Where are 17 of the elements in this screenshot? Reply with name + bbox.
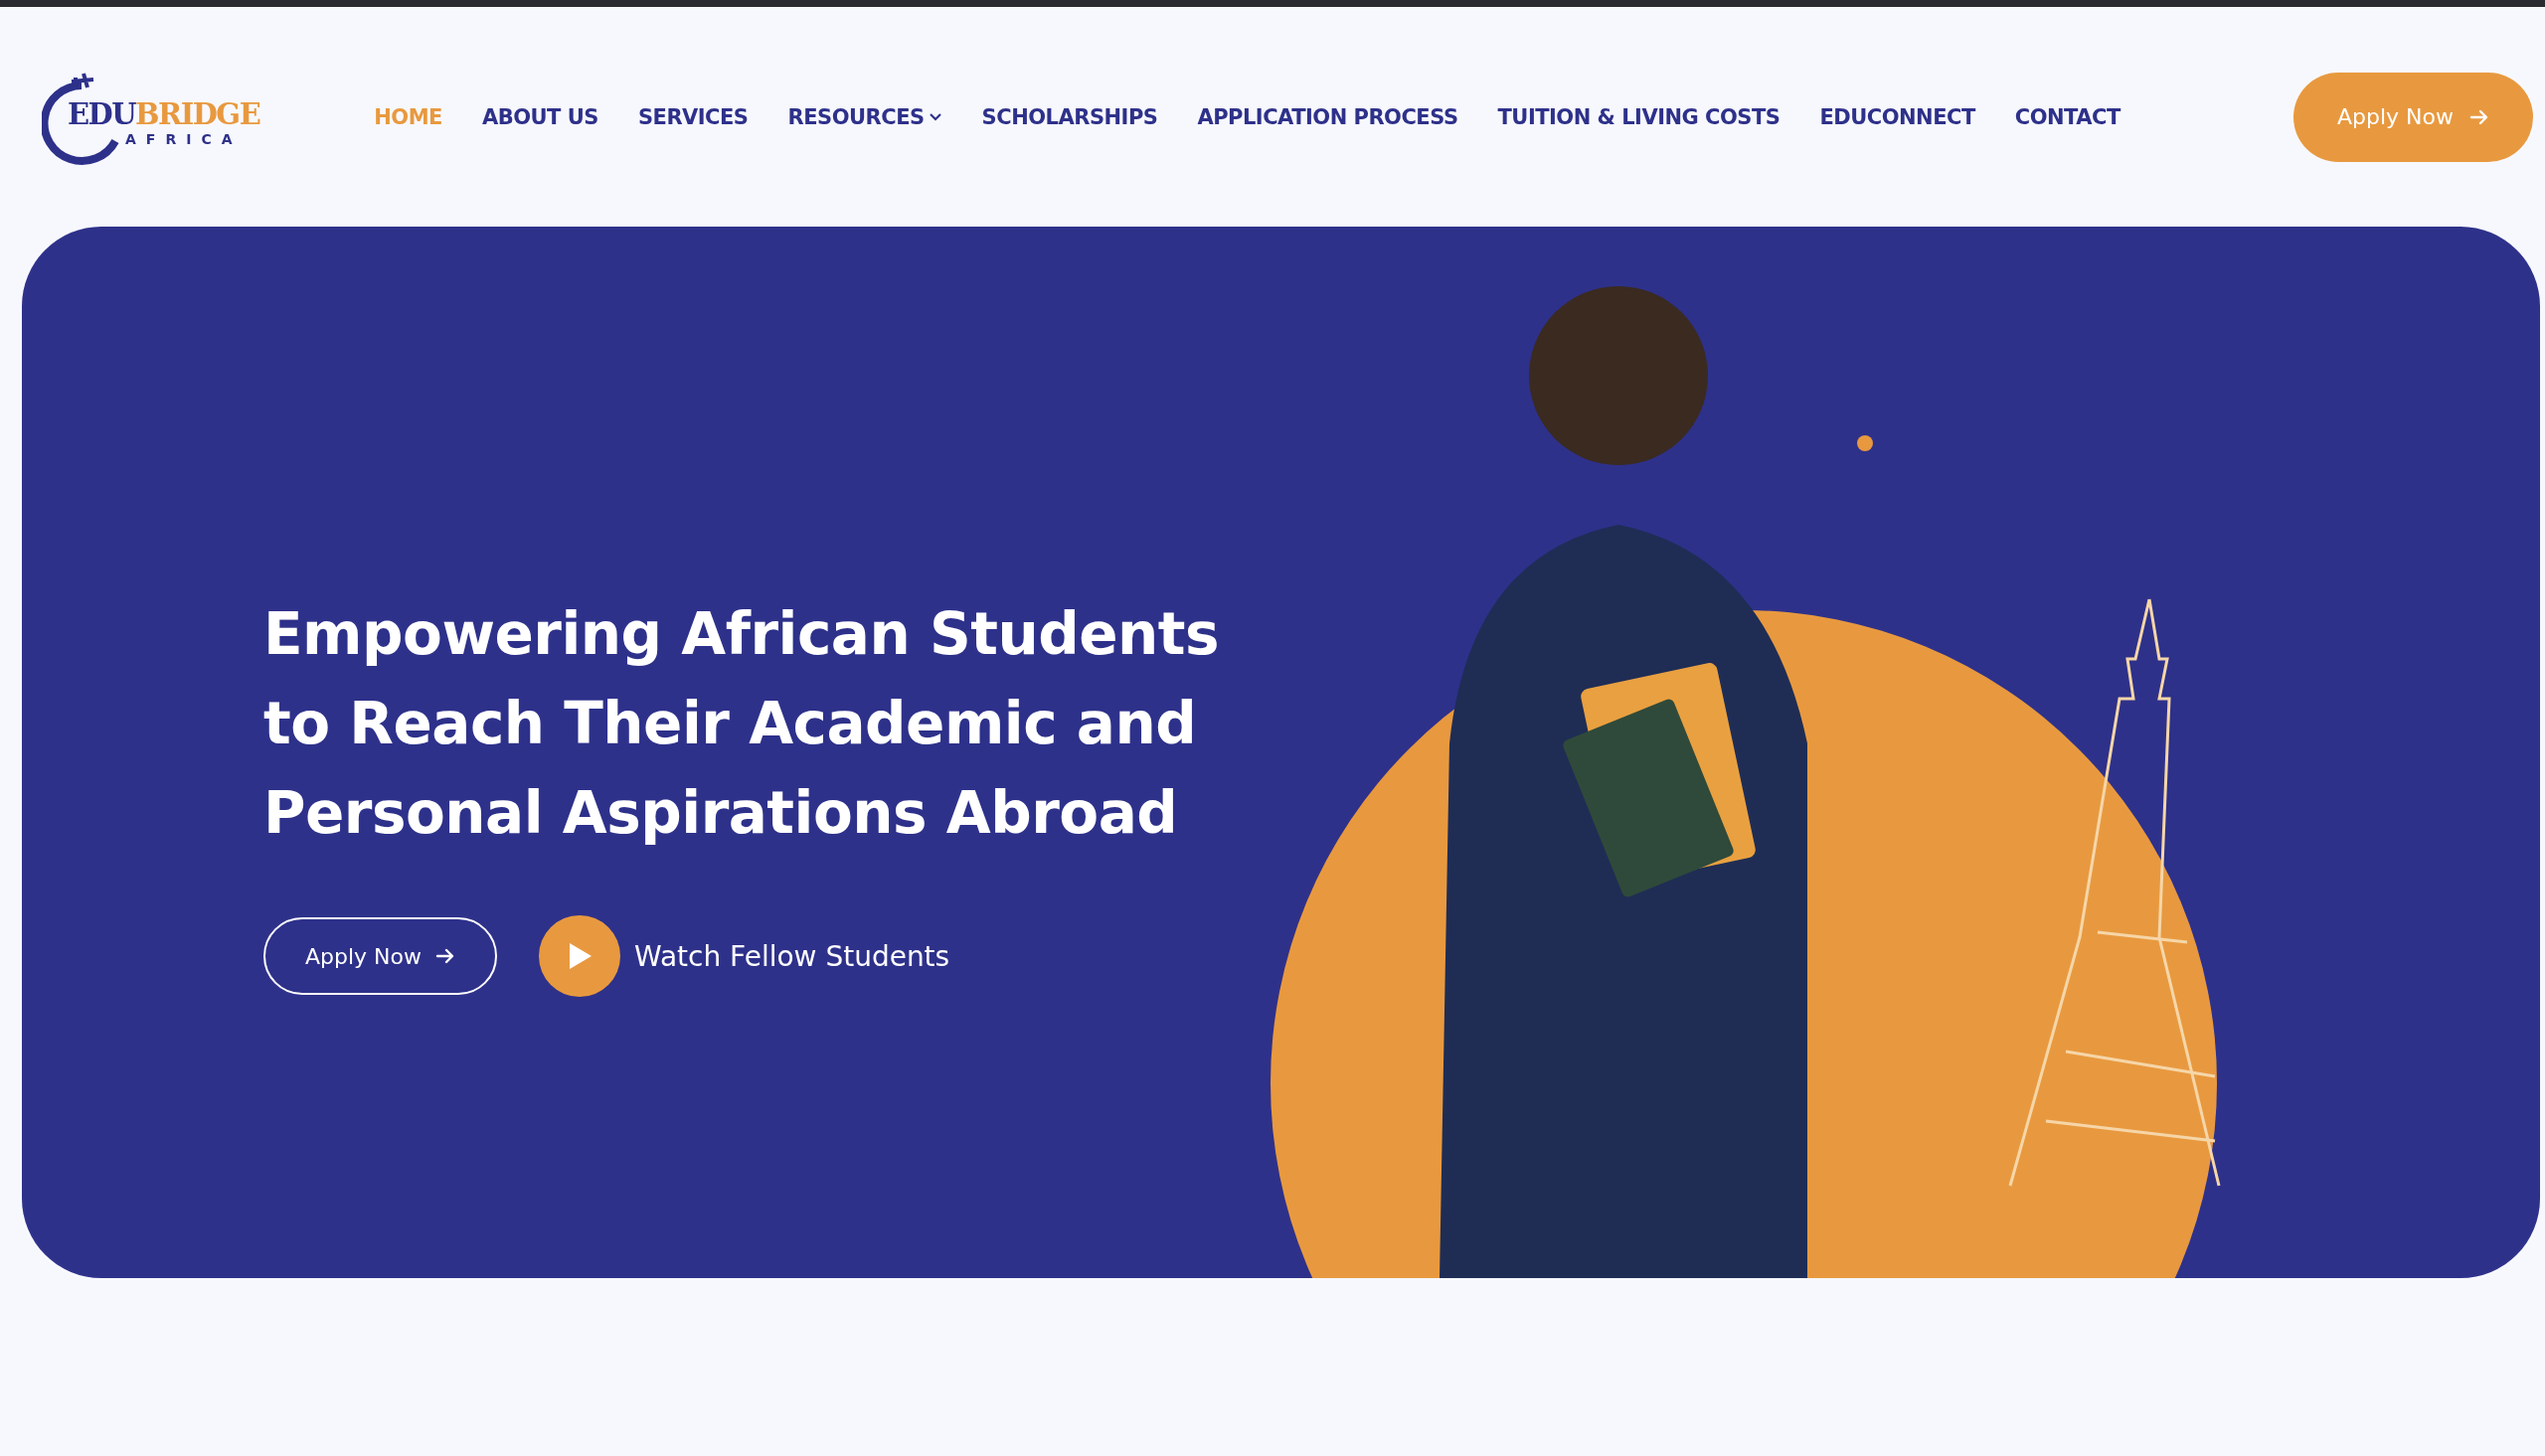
watch-video-link[interactable]: Watch Fellow Students (539, 915, 950, 997)
apply-now-button[interactable]: Apply Now (263, 917, 497, 995)
hero-headline: Empowering African Students (263, 599, 1221, 670)
hero-headline: Personal Aspirations Abroad (263, 778, 1179, 849)
logo-text: BRIDGE (135, 100, 260, 129)
nav-link[interactable]: SCHOLARSHIPS (981, 104, 1158, 129)
nav-link[interactable]: ABOUT US (481, 104, 598, 129)
nav-link[interactable]: TUITION & LIVING COSTS (1497, 104, 1781, 129)
logo-tagline: AFRICA (125, 131, 244, 147)
nav-link[interactable]: RESOURCES (787, 104, 942, 129)
nav-link[interactable]: EDUCONNECT (1819, 104, 1975, 129)
nav-link[interactable]: CONTACT (2014, 104, 2121, 129)
logo-text: EDU (68, 100, 136, 129)
nav-link[interactable]: SERVICES (637, 104, 749, 129)
hero-headline: to Reach Their Academic and (263, 689, 1198, 759)
arrow-right-icon (435, 946, 455, 966)
nav-link[interactable]: APPLICATION PROCESS (1197, 104, 1458, 129)
